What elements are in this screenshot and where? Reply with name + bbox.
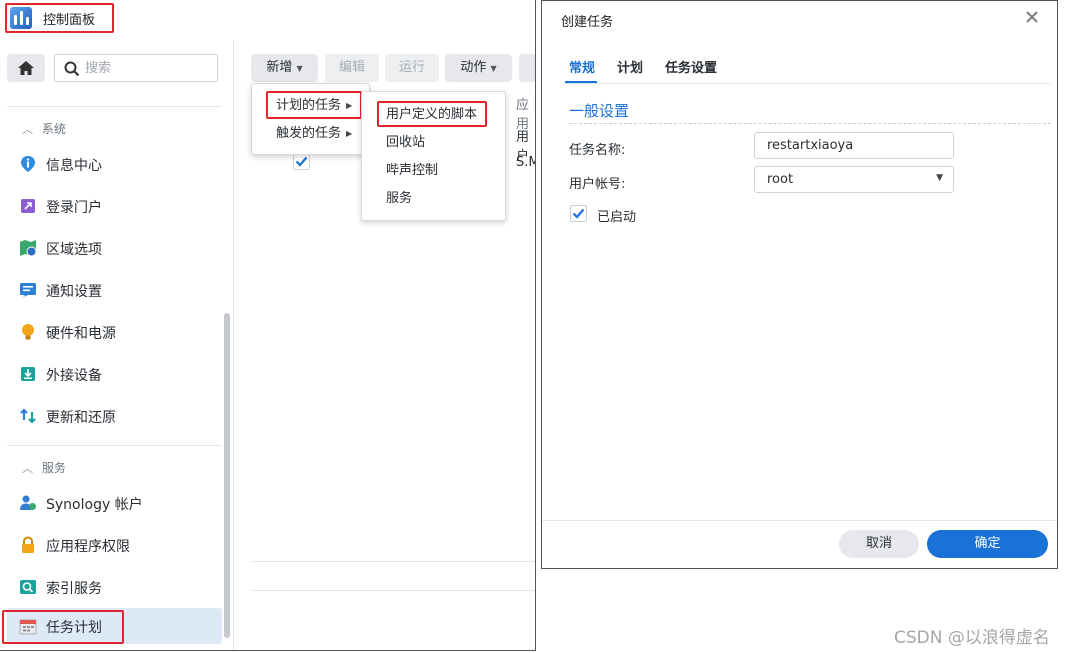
sidebar-item-label: Synology 帐户 <box>46 497 143 513</box>
checkmark-icon <box>295 156 308 167</box>
sidebar-item-label: 外接设备 <box>46 368 102 384</box>
menu-item-beep-control[interactable]: 哔声控制 <box>362 157 505 185</box>
menu-item-scheduled-task[interactable]: 计划的任务 ▶ <box>252 92 369 120</box>
enabled-label: 已启动 <box>597 210 637 225</box>
menu-item-user-defined-script[interactable]: 用户定义的脚本 <box>362 101 505 129</box>
confirm-button[interactable]: 确定 <box>927 530 1048 558</box>
close-icon <box>1026 11 1038 23</box>
caret-down-icon: ▼ <box>296 64 303 73</box>
menu-item-triggered-task[interactable]: 触发的任务 ▶ <box>252 120 369 148</box>
divider <box>250 590 535 591</box>
dialog-title: 创建任务 <box>561 15 614 30</box>
caret-down-icon: ▼ <box>490 64 497 73</box>
sidebar-item-label: 通知设置 <box>46 284 102 300</box>
sidebar-item-label: 硬件和电源 <box>46 326 116 342</box>
user-account-select[interactable]: root ▼ <box>754 166 954 193</box>
group-header-system[interactable]: ︿ 系统 <box>22 120 66 138</box>
sidebar-item-label: 任务计划 <box>46 620 102 636</box>
tabs-divider <box>565 83 1051 84</box>
divider <box>7 445 222 446</box>
tab-general[interactable]: 常规 <box>569 57 595 76</box>
create-button[interactable]: 新增 ▼ <box>251 54 318 82</box>
sidebar-item-task-scheduler[interactable]: 任务计划 <box>7 608 222 644</box>
control-panel-logo-icon <box>10 7 32 29</box>
sidebar-item-label: 应用程序权限 <box>46 539 130 555</box>
home-icon <box>18 61 34 75</box>
sidebar-item-synology-account[interactable]: Synology 帐户 <box>7 485 222 521</box>
user-account-label: 用户帐号: <box>569 177 626 192</box>
watermark: CSDN @以浪得虚名 <box>894 628 1050 648</box>
update-restore-icon <box>20 408 36 424</box>
external-devices-icon <box>21 367 35 381</box>
action-button[interactable]: 动作 ▼ <box>445 54 512 82</box>
task-scheduler-icon <box>19 619 37 635</box>
sidebar-item-external-devices[interactable]: 外接设备 <box>7 356 222 392</box>
user-account-value: root <box>767 172 794 187</box>
sidebar-item-notification[interactable]: 通知设置 <box>7 272 222 308</box>
sidebar-item-app-privileges[interactable]: 应用程序权限 <box>7 527 222 563</box>
synology-account-icon <box>20 495 36 510</box>
sidebar-item-label: 区域选项 <box>46 242 102 258</box>
sidebar-scrollbar[interactable] <box>224 313 230 638</box>
sidebar-item-label: 信息中心 <box>46 158 102 174</box>
notification-icon <box>20 283 36 297</box>
tab-schedule[interactable]: 计划 <box>617 57 643 76</box>
home-button[interactable] <box>7 54 45 82</box>
sidebar-item-hardware-power[interactable]: 硬件和电源 <box>7 314 222 350</box>
control-panel-window: 控制面板 ︿ 系统 信息中心 <box>0 0 536 651</box>
control-panel-header: 控制面板 <box>0 0 535 36</box>
menu-item-recycle-bin[interactable]: 回收站 <box>362 129 505 157</box>
row-checkbox[interactable] <box>293 153 310 170</box>
sidebar-item-update-restore[interactable]: 更新和还原 <box>7 398 222 434</box>
sidebar-item-label: 索引服务 <box>46 581 102 597</box>
indexing-service-icon <box>20 580 36 594</box>
sidebar-item-label: 登录门户 <box>46 200 102 216</box>
sidebar-item-info-center[interactable]: 信息中心 <box>7 146 222 182</box>
run-button[interactable]: 运行 <box>385 54 439 82</box>
section-title: 一般设置 <box>569 102 630 120</box>
create-task-dialog: 创建任务 常规 计划 任务设置 一般设置 任务名称: 用户帐号: root ▼ … <box>541 0 1058 569</box>
task-name-label: 任务名称: <box>569 143 626 158</box>
caret-down-icon: ▼ <box>936 173 943 183</box>
chevron-right-icon: ▶ <box>346 129 353 138</box>
enabled-checkbox[interactable] <box>570 205 587 222</box>
task-name-input[interactable] <box>754 132 954 159</box>
sidebar-item-indexing-service[interactable]: 索引服务 <box>7 569 222 605</box>
more-button[interactable] <box>519 54 535 82</box>
create-dropdown-menu: 计划的任务 ▶ 触发的任务 ▶ <box>251 83 370 155</box>
chevron-right-icon: ▶ <box>346 101 353 110</box>
hardware-power-icon <box>22 324 34 340</box>
sidebar-item-login-portal[interactable]: 登录门户 <box>7 188 222 224</box>
menu-item-service[interactable]: 服务 <box>362 185 505 213</box>
scheduled-task-submenu: 用户定义的脚本 回收站 哔声控制 服务 <box>361 91 506 221</box>
group-header-services[interactable]: ︿ 服务 <box>22 459 66 477</box>
footer-divider <box>542 520 1057 521</box>
table-cell: S.M <box>516 155 535 170</box>
cancel-button[interactable]: 取消 <box>839 530 919 558</box>
checkmark-icon <box>572 208 585 219</box>
section-divider <box>569 123 1051 124</box>
search-box <box>54 54 218 82</box>
sidebar: ︿ 系统 信息中心 登录门户 区域选项 <box>0 40 234 650</box>
tab-task-settings[interactable]: 任务设置 <box>665 57 717 76</box>
search-icon <box>64 61 80 77</box>
close-button[interactable] <box>1023 8 1041 26</box>
divider <box>7 106 222 107</box>
control-panel-title: 控制面板 <box>43 13 96 28</box>
app-privileges-icon <box>22 536 34 553</box>
chevron-up-icon: ︿ <box>22 462 33 475</box>
divider <box>250 561 535 562</box>
chevron-up-icon: ︿ <box>22 123 33 136</box>
search-input[interactable] <box>85 59 209 77</box>
sidebar-item-regional-options[interactable]: 区域选项 <box>7 230 222 266</box>
regional-options-icon <box>20 240 37 257</box>
login-portal-icon <box>21 199 35 213</box>
info-icon <box>21 156 35 172</box>
sidebar-item-label: 更新和还原 <box>46 410 116 426</box>
active-tab-indicator <box>565 81 597 83</box>
edit-button[interactable]: 编辑 <box>325 54 379 82</box>
